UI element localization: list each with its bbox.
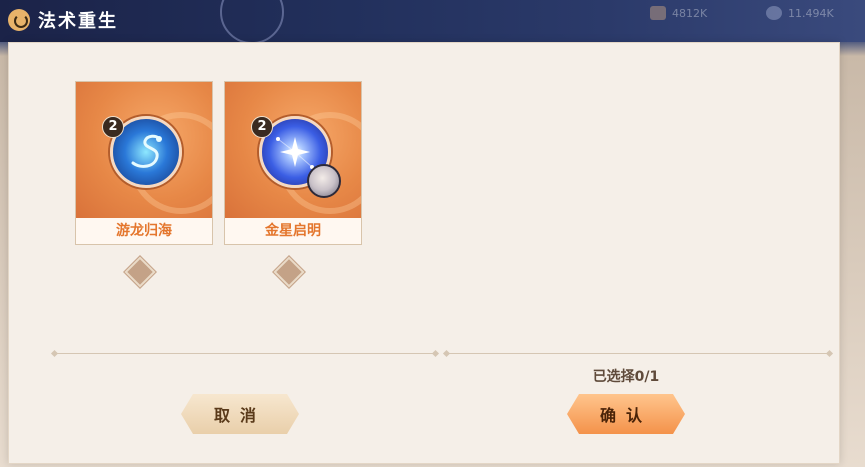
spell-name: 游龙归海 [116, 223, 172, 239]
spell-card-star[interactable]: 2 金星启明 [224, 81, 362, 245]
spell-level-badge: 2 [251, 116, 273, 138]
cancel-button-label: 取消 [213, 406, 266, 425]
header-decoration [220, 0, 284, 44]
selection-marker-diamond[interactable] [273, 256, 305, 288]
resource-right-value: 11.494K [788, 6, 834, 20]
divider-left [55, 353, 435, 354]
selection-count: 已选择0/1 [592, 369, 660, 385]
divider-right [447, 353, 829, 354]
resource-left-value: 4812K [672, 6, 708, 20]
spell-level-badge: 2 [102, 116, 124, 138]
spell-card-art: 2 [225, 82, 361, 218]
hero-avatar [307, 164, 341, 198]
cancel-button[interactable]: 取消 [181, 394, 299, 434]
spell-card-art: 2 [76, 82, 212, 218]
confirm-button-label: 确认 [599, 406, 652, 425]
coin-icon [650, 6, 666, 20]
top-bar: 4812K 11.494K 法术重生 [0, 0, 865, 44]
spell-card-dragon[interactable]: 2 游龙归海 [75, 81, 213, 245]
gem-icon [766, 6, 782, 20]
confirm-button[interactable]: 确认 [567, 394, 685, 434]
spell-name: 金星启明 [265, 223, 321, 239]
page-title: 法术重生 [38, 11, 118, 32]
header-title-group: 法术重生 [8, 7, 118, 33]
resource-counter-left: 4812K [650, 4, 707, 22]
resource-counter-right: 11.494K [766, 4, 834, 22]
selection-marker-diamond[interactable] [124, 256, 156, 288]
main-panel: 2 游龙归海 2 金星启明 已选择0/1 取消 确认 [8, 42, 840, 464]
spell-rebirth-icon [8, 9, 30, 31]
